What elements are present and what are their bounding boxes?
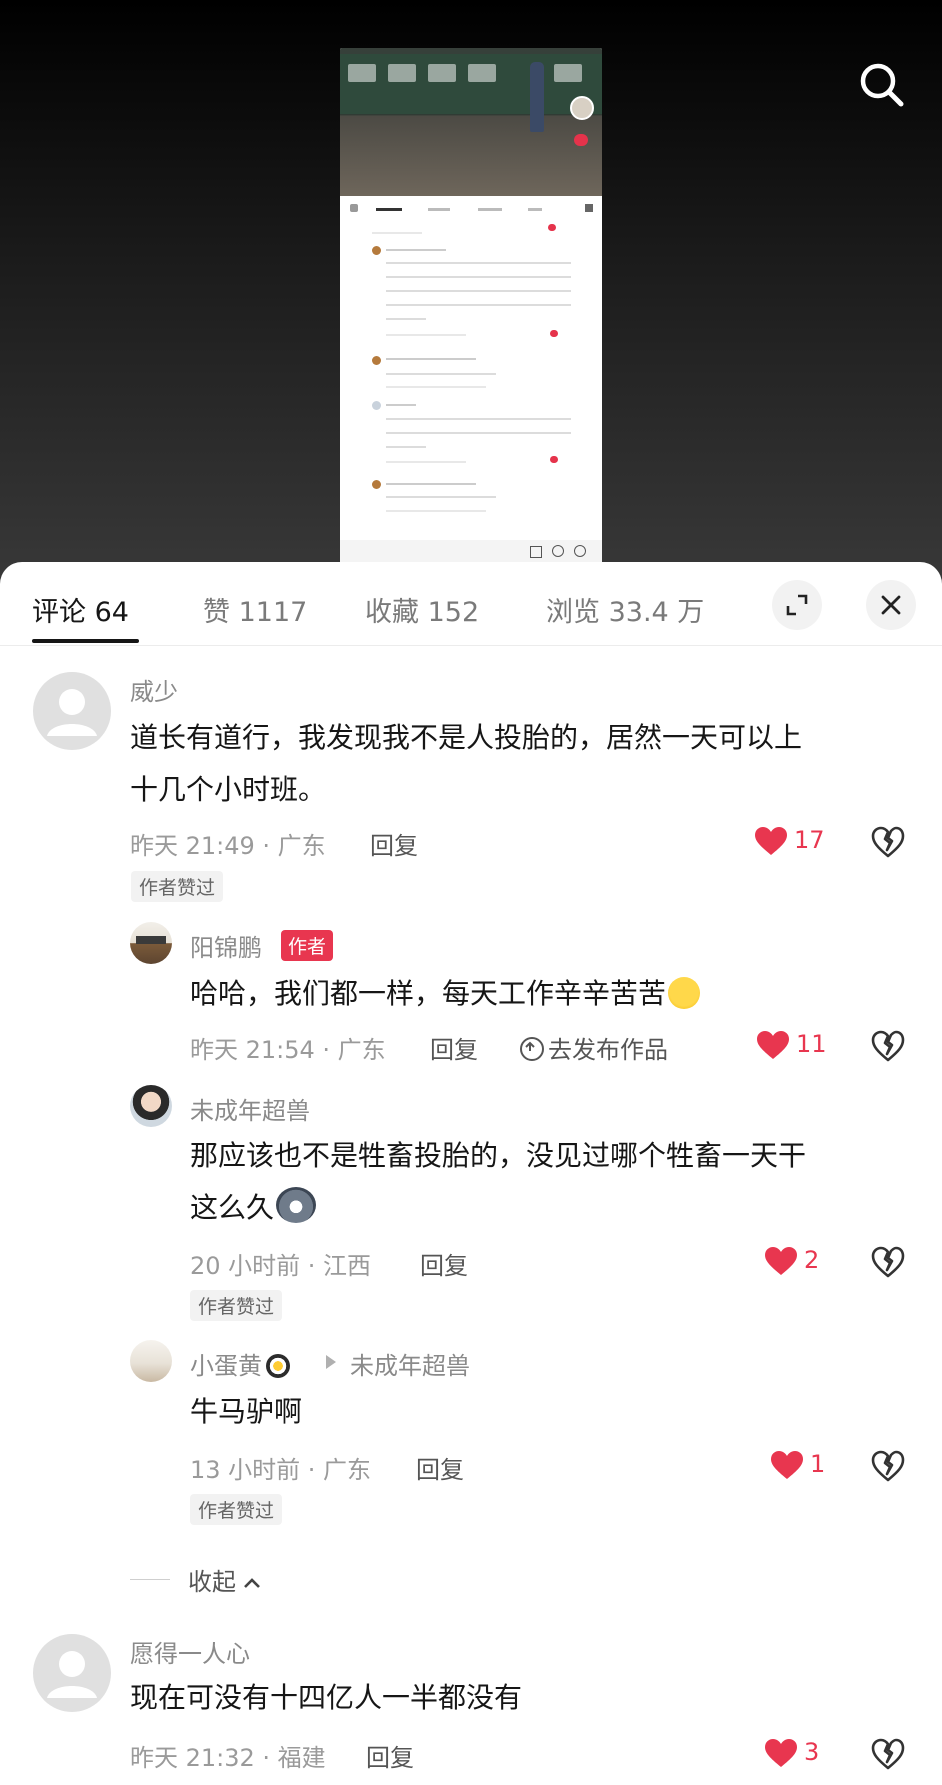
comment-text: 牛马驴啊	[190, 1395, 303, 1428]
reply-button[interactable]: 回复	[416, 1450, 464, 1485]
thumbnail-video-frame	[340, 48, 602, 196]
upload-icon	[520, 1037, 544, 1061]
comment-time: 昨天 21:49 · 广东	[130, 832, 326, 860]
search-icon	[860, 63, 904, 107]
broken-heart-icon	[871, 1246, 905, 1278]
comment-author-name[interactable]: 小蛋黄	[190, 1352, 262, 1380]
avatar[interactable]	[33, 1634, 111, 1712]
heart-icon	[765, 1247, 797, 1275]
heart-icon	[765, 1739, 797, 1767]
broken-heart-icon	[871, 1738, 905, 1770]
thumbnail-comment-panel	[340, 196, 602, 563]
reply-button[interactable]: 回复	[420, 1246, 468, 1281]
publish-work-label: 去发布作品	[548, 1036, 668, 1064]
collapse-label-text: 收起	[188, 1568, 236, 1596]
frying-pan-emoji	[266, 1354, 290, 1378]
heart-icon	[755, 827, 787, 855]
comment-text: 道长有道行，我发现我不是人投胎的，居然一天可以上 十几个小时班。	[130, 712, 910, 816]
like-count: 1	[810, 1450, 826, 1478]
comment-time: 昨天 21:32 · 福建	[130, 1744, 326, 1772]
comment-sheet: 评论 64 赞 1117 收藏 152 浏览 33.4 万 威少 道长有道行，我…	[0, 562, 942, 1785]
comment-tabs: 评论 64 赞 1117 收藏 152 浏览 33.4 万	[0, 562, 942, 644]
avatar[interactable]	[130, 1340, 172, 1382]
author-liked-badge: 作者赞过	[190, 1494, 283, 1525]
avatar[interactable]	[33, 672, 111, 750]
expand-button[interactable]	[772, 580, 822, 630]
avatar-image-icon	[136, 936, 166, 944]
chevron-up-icon	[244, 1578, 260, 1588]
comment-author[interactable]: 阳锦鹏	[190, 928, 262, 963]
search-button[interactable]	[855, 58, 909, 112]
like-count: 17	[794, 826, 825, 854]
person-shape	[530, 62, 544, 132]
comment-author[interactable]: 未成年超兽	[190, 1091, 310, 1126]
video-area	[0, 0, 942, 600]
heart-icon	[771, 1451, 803, 1479]
collapse-replies-button[interactable]: 收起	[130, 1562, 430, 1596]
comment-time: 昨天 21:54 · 广东	[190, 1036, 386, 1064]
comment-text-line: 道长有道行，我发现我不是人投胎的，居然一天可以上	[130, 721, 803, 754]
comment-author: 小蛋黄	[190, 1346, 290, 1381]
publish-work-button[interactable]: 去发布作品	[520, 1030, 668, 1065]
comment-time: 20 小时前 · 江西	[190, 1252, 372, 1280]
author-liked-badge: 作者赞过	[131, 871, 224, 902]
comment-text-line-wrap: 这么久	[190, 1182, 910, 1234]
comment-text: 那应该也不是牲畜投胎的，没见过哪个牲畜一天干 这么久	[190, 1130, 910, 1234]
reply-arrow-icon	[326, 1355, 336, 1369]
expand-icon	[786, 594, 808, 616]
broken-heart-icon	[871, 826, 905, 858]
like-button[interactable]: 3	[764, 1736, 834, 1770]
tab-likes[interactable]: 赞 1117	[203, 590, 307, 629]
avatar[interactable]	[130, 922, 172, 964]
active-tab-indicator	[32, 639, 139, 643]
default-avatar-icon	[47, 1651, 97, 1698]
close-icon	[881, 595, 901, 615]
reply-button[interactable]: 回复	[370, 826, 418, 861]
dislike-button[interactable]	[871, 1030, 905, 1062]
dislike-button[interactable]	[871, 1738, 905, 1770]
comment-text-line: 哈哈，我们都一样，每天工作辛辛苦苦	[190, 977, 667, 1010]
broken-heart-icon	[871, 1030, 905, 1062]
dislike-button[interactable]	[871, 1450, 905, 1482]
tabs-divider	[0, 645, 942, 646]
tab-views[interactable]: 浏览 33.4 万	[546, 590, 704, 629]
like-button[interactable]: 2	[764, 1244, 844, 1278]
broken-heart-icon	[871, 1450, 905, 1482]
collapse-divider	[130, 1579, 170, 1580]
like-button[interactable]: 11	[756, 1028, 836, 1062]
like-button[interactable]: 1	[770, 1448, 840, 1482]
dislike-button[interactable]	[871, 826, 905, 858]
comment-text: 哈哈，我们都一样，每天工作辛辛苦苦	[190, 968, 910, 1020]
comment-text: 现在可没有十四亿人一半都没有	[130, 1681, 523, 1714]
like-count: 2	[804, 1246, 820, 1274]
comment-text-line: 十几个小时班。	[130, 773, 327, 806]
comment-text-line: 那应该也不是牲畜投胎的，没见过哪个牲畜一天干	[190, 1139, 807, 1172]
comment-time: 13 小时前 · 广东	[190, 1456, 372, 1484]
collapse-label: 收起	[188, 1562, 262, 1597]
tab-favorites[interactable]: 收藏 152	[365, 590, 479, 629]
laughing-crying-emoji	[668, 977, 701, 1009]
heart-icon	[757, 1031, 789, 1059]
like-count: 11	[796, 1030, 827, 1058]
comment-author[interactable]: 愿得一人心	[130, 1634, 250, 1669]
reply-to-author[interactable]: 未成年超兽	[350, 1346, 470, 1381]
thumbnail-input-bar	[340, 540, 602, 563]
comment-author[interactable]: 威少	[130, 672, 178, 707]
raccoon-emoji	[276, 1187, 317, 1223]
screenshot-thumbnail	[340, 48, 602, 563]
default-avatar-icon	[47, 689, 97, 736]
tab-comments[interactable]: 评论 64	[32, 590, 129, 629]
comment-text-line: 这么久	[190, 1191, 275, 1224]
author-liked-badge: 作者赞过	[190, 1290, 283, 1321]
dislike-button[interactable]	[871, 1246, 905, 1278]
like-count: 3	[804, 1738, 820, 1766]
reply-button[interactable]: 回复	[430, 1030, 478, 1065]
close-button[interactable]	[866, 580, 916, 630]
avatar[interactable]	[130, 1085, 172, 1127]
train-shape	[340, 54, 602, 114]
like-button[interactable]: 17	[754, 824, 834, 858]
reply-button[interactable]: 回复	[366, 1738, 414, 1773]
author-tag: 作者	[281, 930, 334, 961]
